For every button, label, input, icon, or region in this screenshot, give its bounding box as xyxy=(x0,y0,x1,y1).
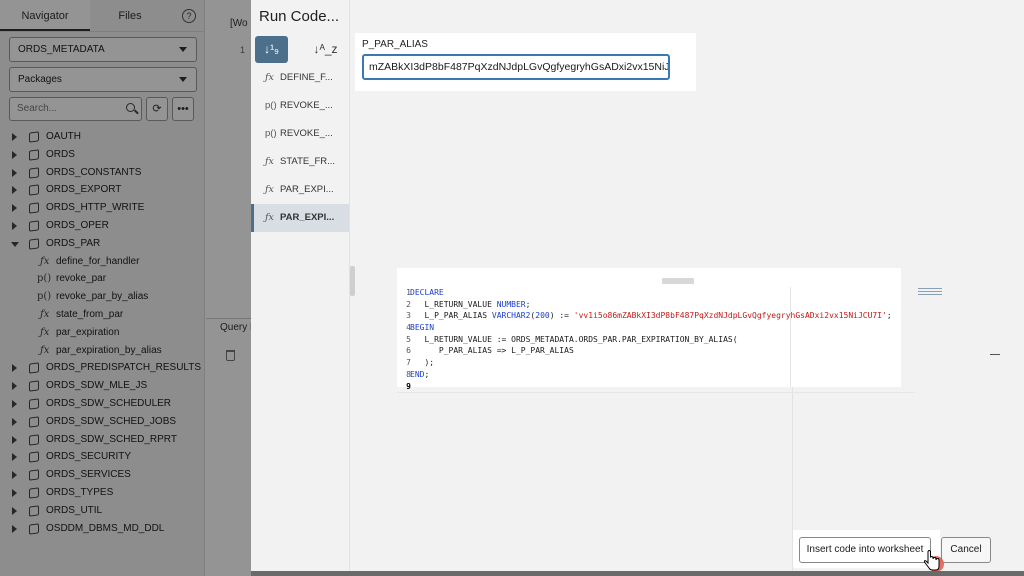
function-icon: ƒx xyxy=(265,212,274,223)
code-keyword: BEGIN xyxy=(410,323,435,333)
line-number: 6 xyxy=(406,346,411,356)
code-text: END; xyxy=(410,369,429,381)
cancel-button[interactable]: Cancel xyxy=(941,537,991,563)
p-par-alias-input[interactable]: mZABkXI3dP8bF487PqXzdNJdpLGvQgfyegryhGsA… xyxy=(362,54,670,80)
code-token: ); xyxy=(410,358,435,368)
code-token: ; xyxy=(886,311,892,321)
procedure-label: DEFINE_F... xyxy=(280,72,333,83)
procedure-icon: p() xyxy=(265,100,277,111)
code-token: 200 xyxy=(535,311,550,321)
function-icon: ƒx xyxy=(265,184,274,195)
procedure-label: PAR_EXPI... xyxy=(280,184,334,195)
line-number: 1 xyxy=(406,288,411,297)
code-text: ); xyxy=(410,357,434,369)
line-number: 9 xyxy=(406,381,411,391)
procedure-list-item[interactable]: ƒx DEFINE_F... xyxy=(251,64,350,92)
procedure-label: STATE_FR... xyxy=(280,156,336,167)
procedure-label: REVOKE_... xyxy=(280,128,333,139)
line-number: 4 xyxy=(406,323,411,333)
line-number: 5 xyxy=(406,334,411,344)
procedure-list-item[interactable]: ƒx PAR_EXPI... xyxy=(251,204,350,232)
code-line[interactable]: 8 END; xyxy=(397,369,901,381)
sort-alpha-button[interactable]: ↓ᴬ_z xyxy=(309,36,342,63)
procedure-list-item[interactable]: p() REVOKE_... xyxy=(251,120,350,148)
code-keyword: VARCHAR2 xyxy=(491,311,531,321)
code-token: L_RETURN_VALUE xyxy=(410,299,497,309)
code-lines: 1 DECLARE 2 L_RETURN_VALUE NUMBER; 3 L_P_PA… xyxy=(397,287,901,392)
code-token: L_RETURN_VALUE := ORDS_METADATA.ORDS_PAR… xyxy=(410,334,738,344)
procedure-icon: p() xyxy=(265,128,277,139)
sort-numeric-button[interactable]: ↓¹₉ xyxy=(255,36,288,63)
code-line[interactable]: 7 ); xyxy=(397,357,901,369)
parameter-panel: P_PAR_ALIAS mZABkXI3dP8bF487PqXzdNJdpLGv… xyxy=(355,33,696,91)
function-icon: ƒx xyxy=(265,156,274,167)
code-line[interactable]: 9 xyxy=(397,381,901,393)
code-minimap xyxy=(918,286,942,296)
code-text: L_P_PAR_ALIAS VARCHAR2(200) := 'vv1i5o86… xyxy=(410,310,892,322)
param-label: P_PAR_ALIAS xyxy=(362,39,428,50)
code-line[interactable]: 5 L_RETURN_VALUE := ORDS_METADATA.ORDS_P… xyxy=(397,334,901,346)
hand-pointer-icon xyxy=(923,549,944,572)
procedure-list-item[interactable]: p() REVOKE_... xyxy=(251,92,350,120)
code-token: ; xyxy=(525,299,531,309)
code-token: P_PAR_ALIAS => L_P_PAR_ALIAS xyxy=(410,346,574,356)
procedure-label: PAR_EXPI... xyxy=(280,212,335,223)
dialog-title: Run Code... xyxy=(259,8,340,25)
code-panel-grip[interactable] xyxy=(662,278,694,284)
code-preview: 1 DECLARE 2 L_RETURN_VALUE NUMBER; 3 L_P_PA… xyxy=(397,268,901,391)
line-number: 8 xyxy=(406,369,411,379)
code-line[interactable]: 2 L_RETURN_VALUE NUMBER; xyxy=(397,299,901,311)
code-keyword: END xyxy=(410,369,425,379)
divider xyxy=(990,354,1000,355)
code-line[interactable]: 1 DECLARE xyxy=(397,287,901,299)
procedure-list: ƒx DEFINE_F... p() REVOKE_... p() REVOKE_... ƒ… xyxy=(251,64,350,232)
insert-code-button[interactable]: Insert code into worksheet xyxy=(799,537,931,563)
procedure-label: REVOKE_... xyxy=(280,100,333,111)
code-string: 'vv1i5o86mZABkXI3dP8bF487PqXzdNJdpLGvQgf… xyxy=(573,311,887,321)
code-line[interactable]: 3 L_P_PAR_ALIAS VARCHAR2(200) := 'vv1i5o… xyxy=(397,310,901,322)
code-token: ; xyxy=(424,369,430,379)
function-icon: ƒx xyxy=(265,72,274,83)
procedure-list-item[interactable]: ƒx STATE_FR... xyxy=(251,148,350,176)
code-line[interactable]: 6 P_PAR_ALIAS => L_P_PAR_ALIAS xyxy=(397,345,901,357)
code-text: DECLARE xyxy=(410,287,444,299)
code-text: L_RETURN_VALUE := ORDS_METADATA.ORDS_PAR… xyxy=(410,334,738,346)
dialog-bottom-bar xyxy=(251,571,1024,576)
code-keyword: DECLARE xyxy=(410,288,444,297)
code-text: L_RETURN_VALUE NUMBER; xyxy=(410,299,530,311)
code-text: BEGIN xyxy=(410,322,434,334)
procedure-list-item[interactable]: ƒx PAR_EXPI... xyxy=(251,176,350,204)
code-keyword: NUMBER xyxy=(496,299,526,309)
resize-handle[interactable] xyxy=(350,266,355,296)
line-number: 3 xyxy=(406,311,411,321)
line-number: 2 xyxy=(406,299,411,309)
code-token: L_P_PAR_ALIAS xyxy=(410,311,492,321)
code-line[interactable]: 4 BEGIN xyxy=(397,322,901,334)
line-number: 7 xyxy=(406,358,411,368)
code-token: ) := xyxy=(549,311,574,321)
param-input-value: mZABkXI3dP8bF487PqXzdNJdpLGvQgfyegryhGsA… xyxy=(369,61,670,73)
code-text: P_PAR_ALIAS => L_P_PAR_ALIAS xyxy=(410,345,574,357)
